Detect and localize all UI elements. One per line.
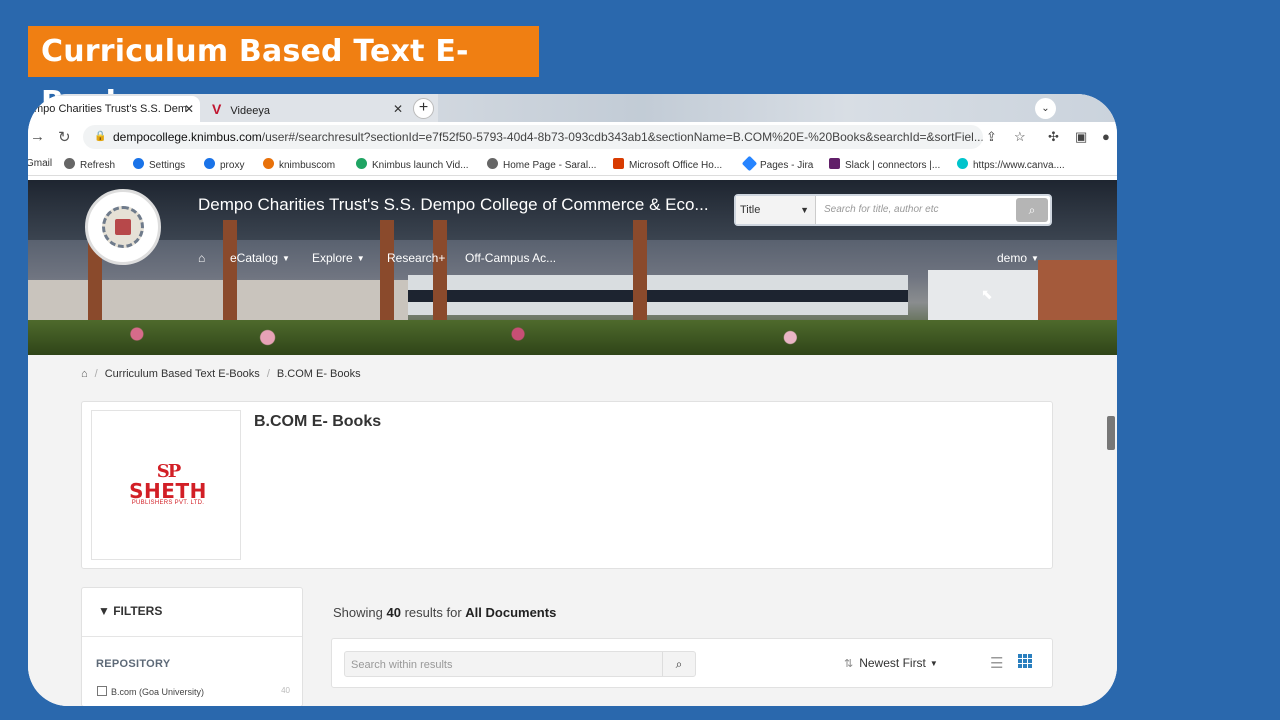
close-icon[interactable]: ✕	[393, 96, 403, 122]
forward-arrow-icon[interactable]: →	[30, 128, 45, 145]
new-tab-button[interactable]: +	[413, 98, 434, 119]
search-icon: ⌕	[1028, 203, 1036, 217]
reload-icon[interactable]: ↻	[58, 128, 71, 146]
search-icon: ⌕	[675, 657, 683, 671]
caret-down-icon: ▼	[929, 659, 938, 668]
profile-icon[interactable]: ●	[1102, 129, 1110, 144]
site-header: Dempo Charities Trust's S.S. Dempo Colle…	[28, 180, 1117, 355]
bookmark-gmail[interactable]: Gmail	[28, 158, 52, 169]
checkbox[interactable]	[97, 686, 107, 696]
user-menu[interactable]: demo ▼	[997, 251, 1039, 265]
bookmark-knimbuscom[interactable]: knimbuscom	[263, 158, 335, 171]
bookmark-slack[interactable]: Slack | connectors |...	[829, 158, 940, 171]
tab-strip: mpo Charities Trust's S.S. Dem ✕ V Videe…	[28, 94, 1117, 122]
college-name: Dempo Charities Trust's S.S. Dempo Colle…	[198, 195, 709, 214]
search-button[interactable]: ⌕	[1016, 198, 1048, 222]
video-title-banner: Curriculum Based Text E-Books	[28, 26, 539, 120]
filters-header: ▼ FILTERS	[82, 588, 302, 637]
infinity-icon	[263, 158, 274, 169]
bookmark-jira[interactable]: Pages - Jira	[741, 155, 813, 172]
bookmark-proxy[interactable]: proxy	[204, 158, 244, 171]
bookmark-knimbus-launch[interactable]: Knimbus launch Vid...	[356, 158, 469, 171]
scrollbar[interactable]	[1107, 416, 1115, 450]
mouse-cursor-icon: ⬉	[981, 286, 993, 302]
filter-count: 40	[281, 686, 290, 695]
tab-videeya[interactable]: V Videeya ✕	[204, 96, 409, 122]
garden-image	[28, 320, 1117, 355]
grid-view-icon[interactable]	[1018, 654, 1032, 668]
close-icon[interactable]: ✕	[184, 96, 194, 122]
address-bar-row: → ↻ 🔒 dempocollege.knimbus.com/user#/sea…	[28, 122, 1117, 152]
search-within-input[interactable]: Search within results	[351, 652, 453, 678]
globe-icon	[487, 158, 498, 169]
search-within-results: Search within results ⌕	[344, 651, 696, 677]
bookmark-star-icon[interactable]: ☆	[1014, 129, 1026, 145]
sort-icon: ⇅	[844, 658, 854, 670]
gear-icon	[133, 158, 144, 169]
bookmarks-bar: Gmail Refresh Settings proxy knimbuscom …	[28, 152, 1117, 176]
filter-icon: ▼	[98, 604, 114, 618]
results-toolbar: Search within results ⌕ ⇅ Newest First ▼ ☰	[331, 638, 1053, 688]
bookmark-microsoft-office[interactable]: Microsoft Office Ho...	[613, 158, 722, 171]
jira-icon	[741, 155, 758, 172]
canva-icon	[957, 158, 968, 169]
publisher-name: SHETH	[129, 479, 207, 503]
globe-icon	[64, 158, 75, 169]
browser-window: mpo Charities Trust's S.S. Dem ✕ V Videe…	[28, 94, 1117, 706]
search-input[interactable]: Search for title, author etc	[824, 196, 939, 224]
tab-label: Videeya	[230, 105, 270, 117]
chevron-down-icon: ▼	[800, 205, 809, 215]
results-summary: Showing 40 results for All Documents	[333, 605, 557, 620]
bookmark-home-saral[interactable]: Home Page - Saral...	[487, 158, 596, 171]
menu-off-campus[interactable]: Off-Campus Ac...	[465, 251, 556, 265]
menu-ecatalog[interactable]: eCatalog ▼	[230, 251, 290, 265]
caret-down-icon: ▼	[1031, 254, 1039, 263]
tab-label: mpo Charities Trust's S.S. Dem	[34, 103, 188, 115]
extensions-icon[interactable]: ✣	[1048, 129, 1059, 145]
menu-research[interactable]: Research+	[387, 251, 445, 265]
gear-icon	[204, 158, 215, 169]
tab-search-icon[interactable]: ⌄	[1035, 98, 1056, 119]
slack-icon	[829, 158, 840, 169]
side-panel-icon[interactable]: ▣	[1075, 129, 1087, 145]
collection-thumbnail[interactable]: SP SHETH PUBLISHERS PVT. LTD.	[91, 410, 241, 560]
search-button[interactable]: ⌕	[662, 652, 695, 676]
page-title: B.COM E- Books	[254, 413, 382, 430]
publisher-logo: SP SHETH PUBLISHERS PVT. LTD.	[116, 461, 220, 506]
menu-explore[interactable]: Explore ▼	[312, 251, 365, 265]
home-icon[interactable]: ⌂	[81, 368, 88, 380]
share-icon[interactable]: ⇪	[986, 129, 997, 145]
filter-option[interactable]: B.com (Goa University)	[97, 686, 204, 697]
caret-down-icon: ▼	[356, 254, 365, 263]
office-icon	[613, 158, 624, 169]
home-icon[interactable]: ⌂	[198, 251, 205, 265]
caret-down-icon: ▼	[282, 254, 290, 263]
filters-panel: ▼ FILTERS REPOSITORY B.com (Goa Universi…	[81, 587, 303, 706]
url-host: dempocollege.knimbus.com	[113, 130, 262, 144]
collection-card: SP SHETH PUBLISHERS PVT. LTD. B.COM E- B…	[81, 401, 1053, 569]
list-view-icon[interactable]: ☰	[990, 654, 1003, 672]
search-field-select[interactable]: Title ▼	[736, 196, 816, 224]
url-field[interactable]: 🔒 dempocollege.knimbus.com/user#/searchr…	[83, 125, 983, 149]
blurred-tabs	[438, 94, 1117, 122]
college-logo[interactable]	[85, 189, 161, 265]
site-search: Title ▼ Search for title, author etc ⌕	[734, 194, 1052, 226]
url-path: /user#/searchresult?sectionId=e7f52f50-5…	[261, 130, 983, 144]
bookmark-settings[interactable]: Settings	[133, 158, 185, 171]
lock-icon: 🔒	[94, 131, 107, 142]
breadcrumb-item[interactable]: B.COM E- Books	[277, 368, 361, 380]
filter-section-repository[interactable]: REPOSITORY	[96, 658, 171, 670]
bookmark-canva[interactable]: https://www.canva....	[957, 158, 1065, 171]
page-content: ⌂ / Curriculum Based Text E-Books / B.COM E-…	[28, 355, 1117, 706]
tab-dempo[interactable]: mpo Charities Trust's S.S. Dem ✕	[28, 96, 200, 122]
videeya-logo-icon: V	[212, 101, 222, 117]
bookmark-refresh[interactable]: Refresh	[64, 158, 115, 171]
sort-dropdown[interactable]: ⇅ Newest First ▼	[844, 656, 938, 670]
breadcrumb: ⌂ / Curriculum Based Text E-Books / B.COM E-…	[81, 368, 361, 380]
breadcrumb-item[interactable]: Curriculum Based Text E-Books	[105, 368, 260, 380]
drive-icon	[356, 158, 367, 169]
